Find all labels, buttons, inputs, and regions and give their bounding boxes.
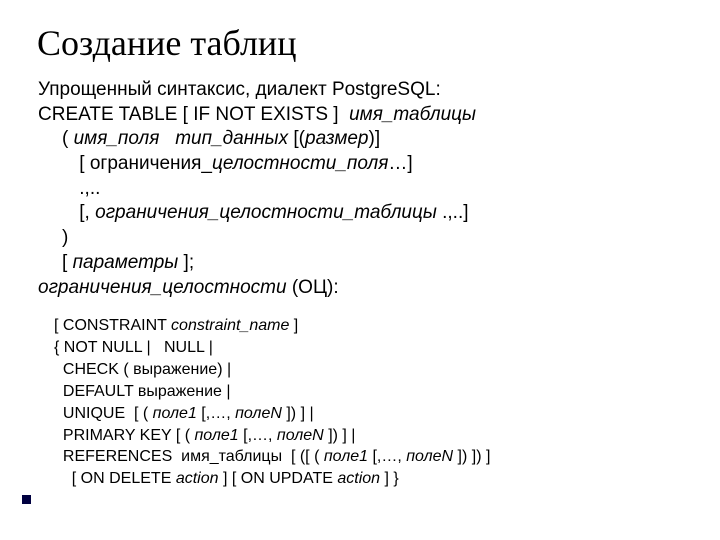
t: REFERENCES имя_таблицы [ ([ ( — [54, 448, 324, 465]
t: ] — [289, 317, 298, 334]
t: ]) ] | — [286, 405, 313, 422]
table-constraints-line: [, ограничения_целостности_таблицы .,..] — [38, 201, 476, 226]
t: ] [ ON UPDATE — [219, 470, 338, 487]
pk-line: PRIMARY KEY [ ( поле1 [,…, полеN ]) ] | — [54, 425, 490, 447]
t: ограничения_целостности_таблицы — [95, 202, 437, 223]
t: целостности_поля — [212, 153, 388, 174]
create-line: CREATE TABLE [ IF NOT EXISTS ] имя_табли… — [38, 103, 476, 128]
on-delete-update-line: [ ON DELETE action ] [ ON UPDATE action … — [54, 468, 490, 490]
t: [, — [74, 202, 95, 223]
t: полеN — [406, 448, 457, 465]
t: полеN — [277, 427, 328, 444]
t: [( — [293, 128, 305, 149]
t: ограничения_целостности — [38, 277, 287, 298]
t: имя_таблицы — [349, 104, 476, 125]
t: [,…, — [201, 405, 235, 422]
t: полеN — [235, 405, 286, 422]
t: action — [176, 470, 219, 487]
unique-line: UNIQUE [ ( поле1 [,…, полеN ]) ] | — [54, 403, 490, 425]
notnull-line: { NOT NULL | NULL | — [54, 337, 490, 359]
t: размер — [305, 128, 369, 149]
t: UNIQUE [ ( — [54, 405, 153, 422]
t: поле1 — [153, 405, 202, 422]
check-line: CHECK ( выражение) | — [54, 359, 490, 381]
t: [,…, — [372, 448, 406, 465]
t: поле1 — [195, 427, 244, 444]
t: .,..] — [437, 202, 469, 223]
t: PRIMARY KEY [ ( — [54, 427, 195, 444]
t: …] — [388, 153, 412, 174]
syntax-block: Упрощенный синтаксис, диалект PostgreSQL… — [38, 78, 476, 300]
t: [ — [62, 252, 73, 273]
t: [ ON DELETE — [54, 470, 176, 487]
t: ] } — [380, 470, 399, 487]
field-constraints-line: [ ограничения_целостности_поля…] — [38, 152, 476, 177]
constraints-block: [ CONSTRAINT constraint_name ] { NOT NUL… — [54, 315, 490, 490]
bullet-icon — [22, 495, 31, 504]
t: имя_поля тип_данных — [74, 128, 294, 149]
t: [,…, — [243, 427, 277, 444]
params-line: [ параметры ]; — [38, 251, 476, 276]
default-line: DEFAULT выражение | — [54, 381, 490, 403]
t: ]) ]) ] — [458, 448, 491, 465]
t: (ОЦ): — [287, 277, 339, 298]
t: constraint_name — [171, 317, 289, 334]
t: )] — [369, 128, 381, 149]
slide-title: Создание таблиц — [37, 22, 296, 64]
constraint-name-line: [ CONSTRAINT constraint_name ] — [54, 315, 490, 337]
t: ]) ] | — [328, 427, 355, 444]
references-line: REFERENCES имя_таблицы [ ([ ( поле1 [,…,… — [54, 446, 490, 468]
t: поле1 — [324, 448, 373, 465]
t: [ CONSTRAINT — [54, 317, 171, 334]
intro-line: Упрощенный синтаксис, диалект PostgreSQL… — [38, 78, 476, 103]
t: ]; — [184, 252, 195, 273]
t: action — [337, 470, 380, 487]
t: [ ограничения_ — [74, 153, 212, 174]
t: параметры — [73, 252, 184, 273]
close-paren-line: ) — [38, 226, 476, 251]
dots-line: .,.. — [38, 177, 476, 202]
oc-header: ограничения_целостности (ОЦ): — [38, 276, 476, 301]
t: ( — [62, 128, 74, 149]
fields-line: ( имя_поля тип_данных [(размер)] — [38, 127, 476, 152]
t: CREATE TABLE [ IF NOT EXISTS ] — [38, 104, 349, 125]
